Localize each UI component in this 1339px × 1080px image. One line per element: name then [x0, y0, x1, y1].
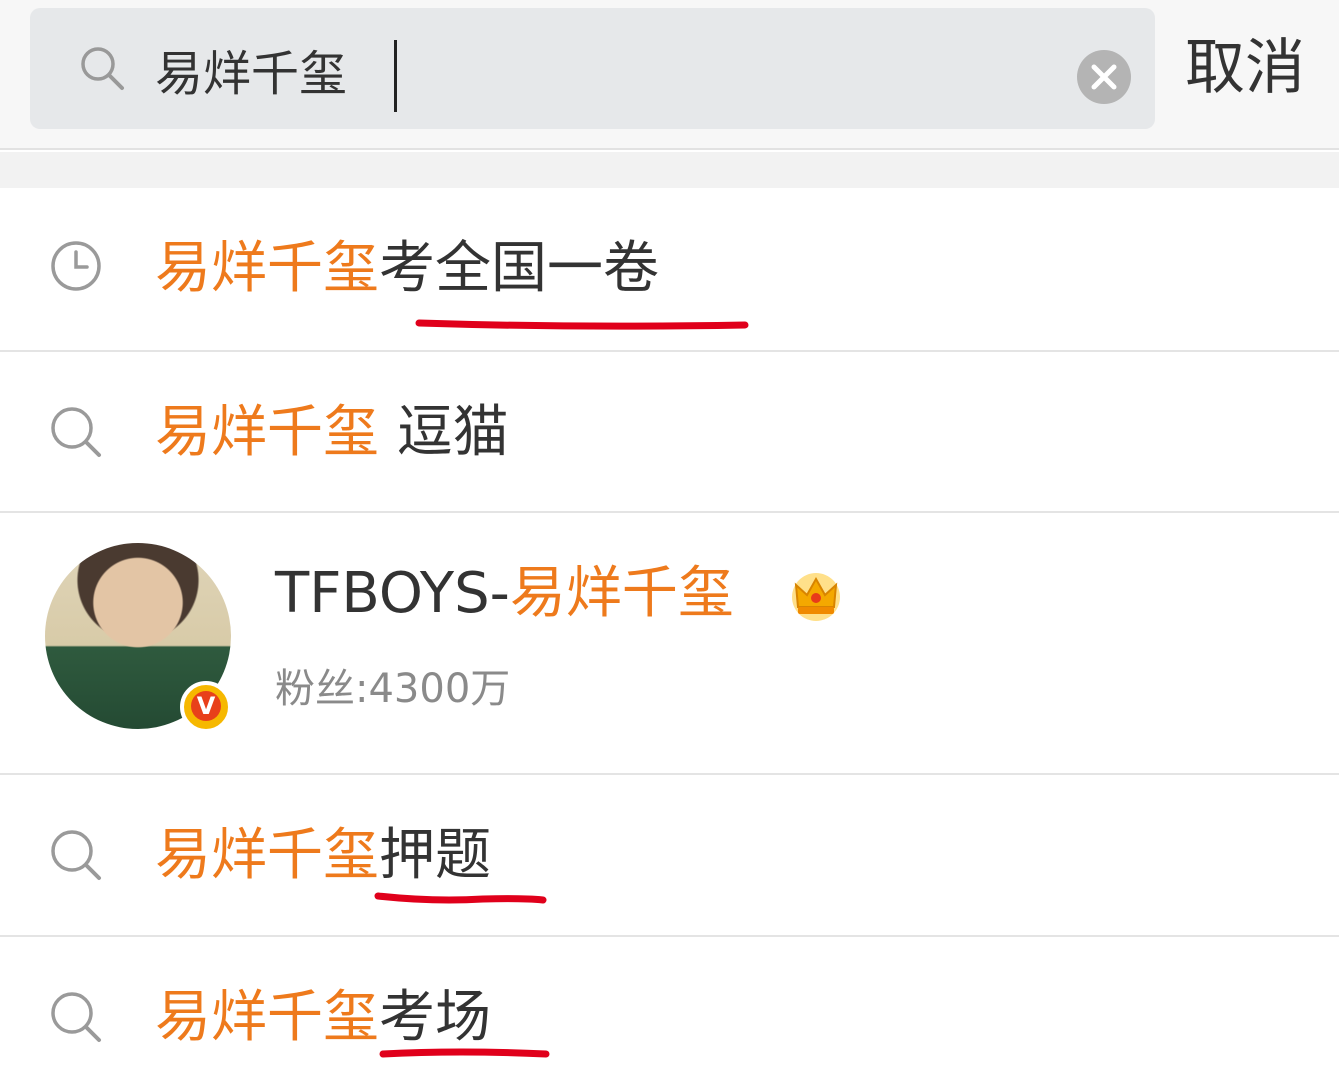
suggestion-item-search[interactable]: 易烊千玺考场 [0, 937, 1339, 1080]
suggestion-item-search[interactable]: 易烊千玺 逗猫 [0, 352, 1339, 513]
search-input[interactable] [155, 32, 1035, 106]
user-result-item[interactable]: V TFBOYS-易烊千玺 粉丝:4300万 [0, 513, 1339, 775]
annotation-underline [415, 319, 749, 330]
cancel-button[interactable]: 取消 [1185, 28, 1315, 108]
suggestion-text: 易烊千玺 逗猫 [155, 398, 509, 468]
suggestion-text: 易烊千玺押题 [155, 821, 491, 891]
suggestion-item-search[interactable]: 易烊千玺押题 [0, 775, 1339, 937]
suggestion-highlight: 易烊千玺 [155, 400, 379, 465]
verified-badge: V [180, 681, 232, 733]
clear-search-button[interactable] [1077, 50, 1131, 104]
user-name: TFBOYS-易烊千玺 [275, 559, 734, 629]
suggestion-rest: 考场 [379, 985, 491, 1050]
user-name-prefix: TFBOYS- [275, 561, 510, 626]
suggestion-rest: 逗猫 [379, 400, 509, 465]
suggestion-highlight: 易烊千玺 [155, 236, 379, 301]
crown-icon [792, 573, 840, 621]
search-icon [51, 830, 101, 880]
clock-icon [51, 241, 101, 291]
annotation-underline [374, 892, 547, 904]
suggestion-text: 易烊千玺考全国一卷 [155, 234, 659, 304]
close-icon [1091, 64, 1117, 90]
section-divider [0, 152, 1339, 188]
search-header: 取消 [0, 0, 1339, 150]
search-box[interactable] [30, 8, 1155, 129]
user-name-highlight: 易烊千玺 [509, 561, 734, 626]
suggestion-item-history[interactable]: 易烊千玺考全国一卷 [0, 188, 1339, 352]
suggestion-rest: 考全国一卷 [379, 236, 659, 301]
verified-letter: V [191, 691, 221, 721]
follower-count: 粉丝:4300万 [275, 666, 511, 712]
text-caret [394, 40, 397, 112]
suggestion-highlight: 易烊千玺 [155, 985, 379, 1050]
suggestion-highlight: 易烊千玺 [155, 823, 379, 888]
search-icon [81, 47, 124, 90]
search-icon [51, 992, 101, 1042]
search-icon [51, 407, 101, 457]
suggestion-text: 易烊千玺考场 [155, 983, 491, 1053]
annotation-underline [379, 1048, 550, 1058]
suggestion-rest: 押题 [379, 823, 491, 888]
